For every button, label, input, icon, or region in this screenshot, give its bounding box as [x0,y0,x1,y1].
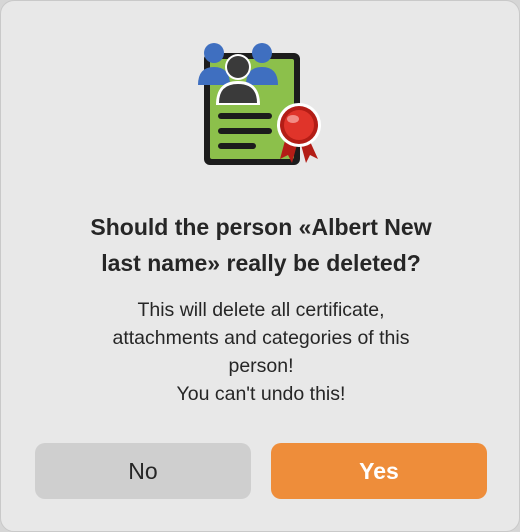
dialog-message: This will delete all certificate, attach… [21,296,501,408]
dialog-title-line: last name» really be deleted? [101,250,421,276]
dialog-message-line: You can't undo this! [176,383,346,405]
delete-person-dialog: Should the person «Albert New last name»… [0,0,520,532]
person-certificate-icon [196,37,326,173]
dialog-message-line: person! [228,355,294,377]
no-button[interactable]: No [35,443,251,499]
dialog-message-line: This will delete all certificate, [137,299,385,321]
dialog-title-line: Should the person «Albert New [90,214,432,240]
dialog-title: Should the person «Albert New last name»… [21,209,501,281]
yes-button[interactable]: Yes [271,443,487,499]
dialog-message-line: attachments and categories of this [112,327,410,349]
